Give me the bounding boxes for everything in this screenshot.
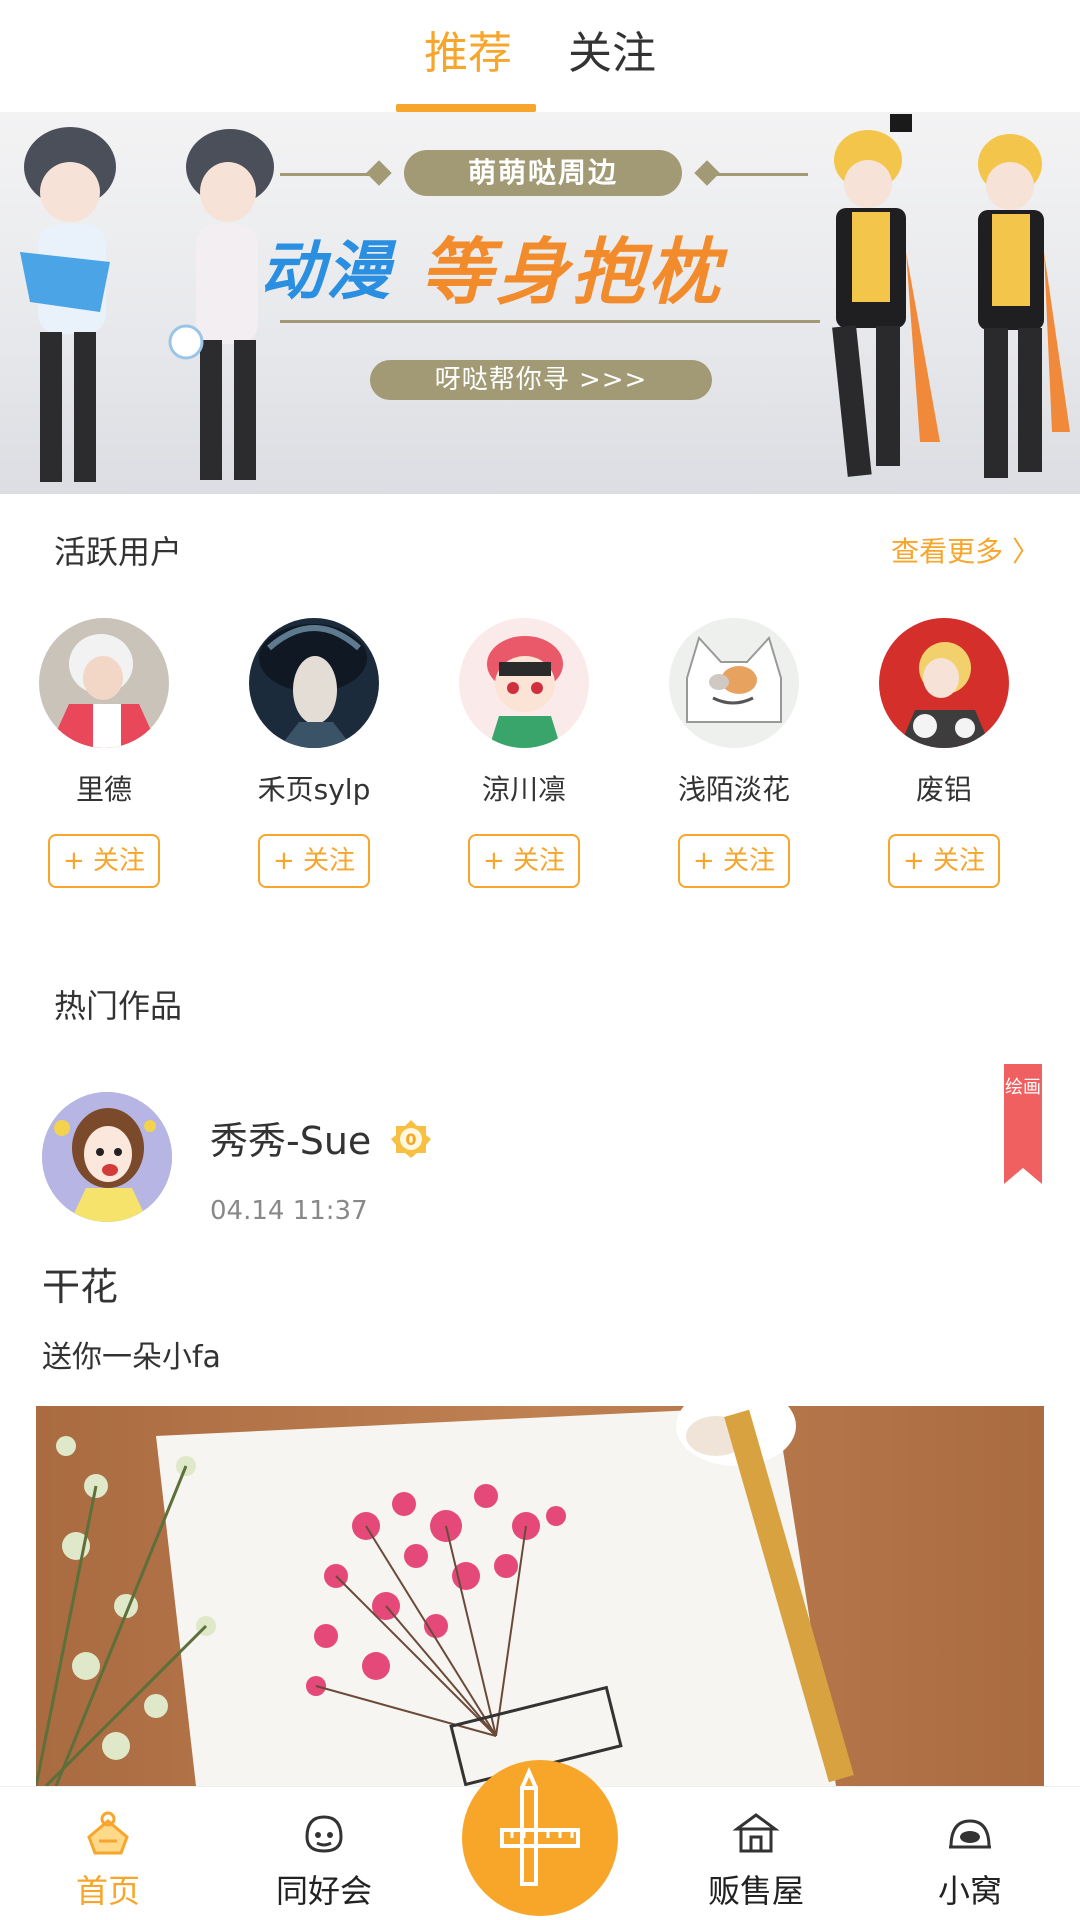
user-name: 浅陌淡花 [677, 773, 790, 806]
follow-button[interactable]: + 关注 [258, 834, 370, 888]
post-time: 04.14 11:37 [210, 1196, 368, 1226]
banner-tag: 萌萌哒周边 [404, 150, 682, 196]
follow-button[interactable]: + 关注 [468, 834, 580, 888]
create-pencil-ruler-icon [500, 1767, 580, 1886]
user-card: 废铝 + 关注 [854, 618, 1034, 888]
home-icon-graphic [87, 1811, 129, 1855]
user-card: 涼川凛 + 关注 [434, 618, 614, 888]
shop-icon-graphic [732, 1813, 780, 1853]
avatar[interactable] [879, 618, 1009, 748]
user-avatar-image [879, 618, 1009, 748]
avatar[interactable] [669, 618, 799, 748]
category-tag[interactable]: 绘画 [1004, 1064, 1042, 1184]
shop-icon [729, 1807, 783, 1861]
level-value: 0 [405, 1130, 416, 1149]
banner-divider [280, 320, 820, 323]
author-name[interactable]: 秀秀-Sue [210, 1116, 371, 1166]
user-card: 禾页sylp + 关注 [224, 618, 404, 888]
nav-label: 同好会 [275, 1872, 372, 1910]
banner-headline: 动漫 等身抱枕 [260, 224, 820, 320]
banner-deco-line-right [708, 173, 808, 176]
post-title[interactable]: 干花 [42, 1262, 118, 1312]
home-icon [81, 1807, 135, 1861]
nest-icon [943, 1807, 997, 1861]
category-label: 绘画 [1005, 1077, 1041, 1098]
banner-character-left-2 [168, 129, 274, 480]
active-users-list: 里德 + 关注 禾页sylp + 关注 涼川凛 + 关注 浅陌淡花 + 关注 废… [0, 618, 1080, 888]
avatar[interactable] [459, 618, 589, 748]
user-avatar-image [249, 618, 379, 748]
top-tab-bar: 推荐 关注 [0, 0, 1080, 112]
nav-club[interactable]: 同好会 [244, 1807, 404, 1911]
user-name: 禾页sylp [257, 773, 371, 806]
app-screen: 推荐 关注 萌萌哒周边 动漫 等身抱枕 呀哒帮你寻 >>> 活跃用户 查看更多 … [0, 0, 1080, 1920]
post-description: 送你一朵小fa [42, 1340, 221, 1375]
level-badge-graphic: 0 [391, 1120, 431, 1158]
nest-icon-graphic [949, 1819, 991, 1849]
follow-button[interactable]: + 关注 [48, 834, 160, 888]
view-more-link[interactable]: 查看更多 〉 [891, 532, 1040, 572]
tab-follow[interactable]: 关注 [568, 26, 656, 82]
tab-recommend[interactable]: 推荐 [424, 26, 512, 82]
nav-label: 贩售屋 [707, 1872, 804, 1910]
avatar[interactable] [39, 618, 169, 748]
banner-headline-part-b: 等身抱枕 [420, 230, 725, 314]
follow-button[interactable]: + 关注 [678, 834, 790, 888]
banner-headline-part-a: 动漫 [260, 235, 392, 309]
user-name: 涼川凛 [481, 773, 566, 806]
club-icon [297, 1807, 351, 1861]
user-card: 里德 + 关注 [14, 618, 194, 888]
user-avatar-image [459, 618, 589, 748]
active-tab-indicator [396, 104, 536, 112]
club-icon-graphic [305, 1815, 343, 1853]
banner-character-right-1 [832, 114, 940, 477]
follow-button[interactable]: + 关注 [888, 834, 1000, 888]
banner-cta[interactable]: 呀哒帮你寻 >>> [370, 360, 712, 400]
level-badge-icon: 0 [390, 1118, 432, 1160]
promo-banner[interactable]: 萌萌哒周边 动漫 等身抱枕 呀哒帮你寻 >>> [0, 112, 1080, 494]
avatar[interactable] [249, 618, 379, 748]
user-avatar-image [39, 618, 169, 748]
active-users-title: 活跃用户 [54, 533, 183, 571]
banner-deco-line-left [280, 173, 380, 176]
create-button[interactable] [462, 1760, 618, 1916]
post-image[interactable] [36, 1406, 1044, 1786]
user-name: 里德 [75, 773, 132, 806]
nav-label: 小窝 [937, 1872, 1002, 1910]
banner-character-left-1 [20, 127, 116, 482]
banner-character-right-2 [978, 134, 1070, 478]
avatar[interactable] [42, 1092, 172, 1222]
nav-nest[interactable]: 小窝 [890, 1807, 1050, 1911]
post-image-artwork [36, 1406, 1044, 1786]
user-name: 废铝 [915, 773, 972, 806]
author-avatar-image [42, 1092, 172, 1222]
user-card: 浅陌淡花 + 关注 [644, 618, 824, 888]
user-avatar-image [669, 618, 799, 748]
nav-shop[interactable]: 贩售屋 [676, 1807, 836, 1911]
hot-works-title: 热门作品 [54, 987, 183, 1025]
nav-label: 首页 [75, 1872, 140, 1910]
nav-home[interactable]: 首页 [28, 1807, 188, 1911]
